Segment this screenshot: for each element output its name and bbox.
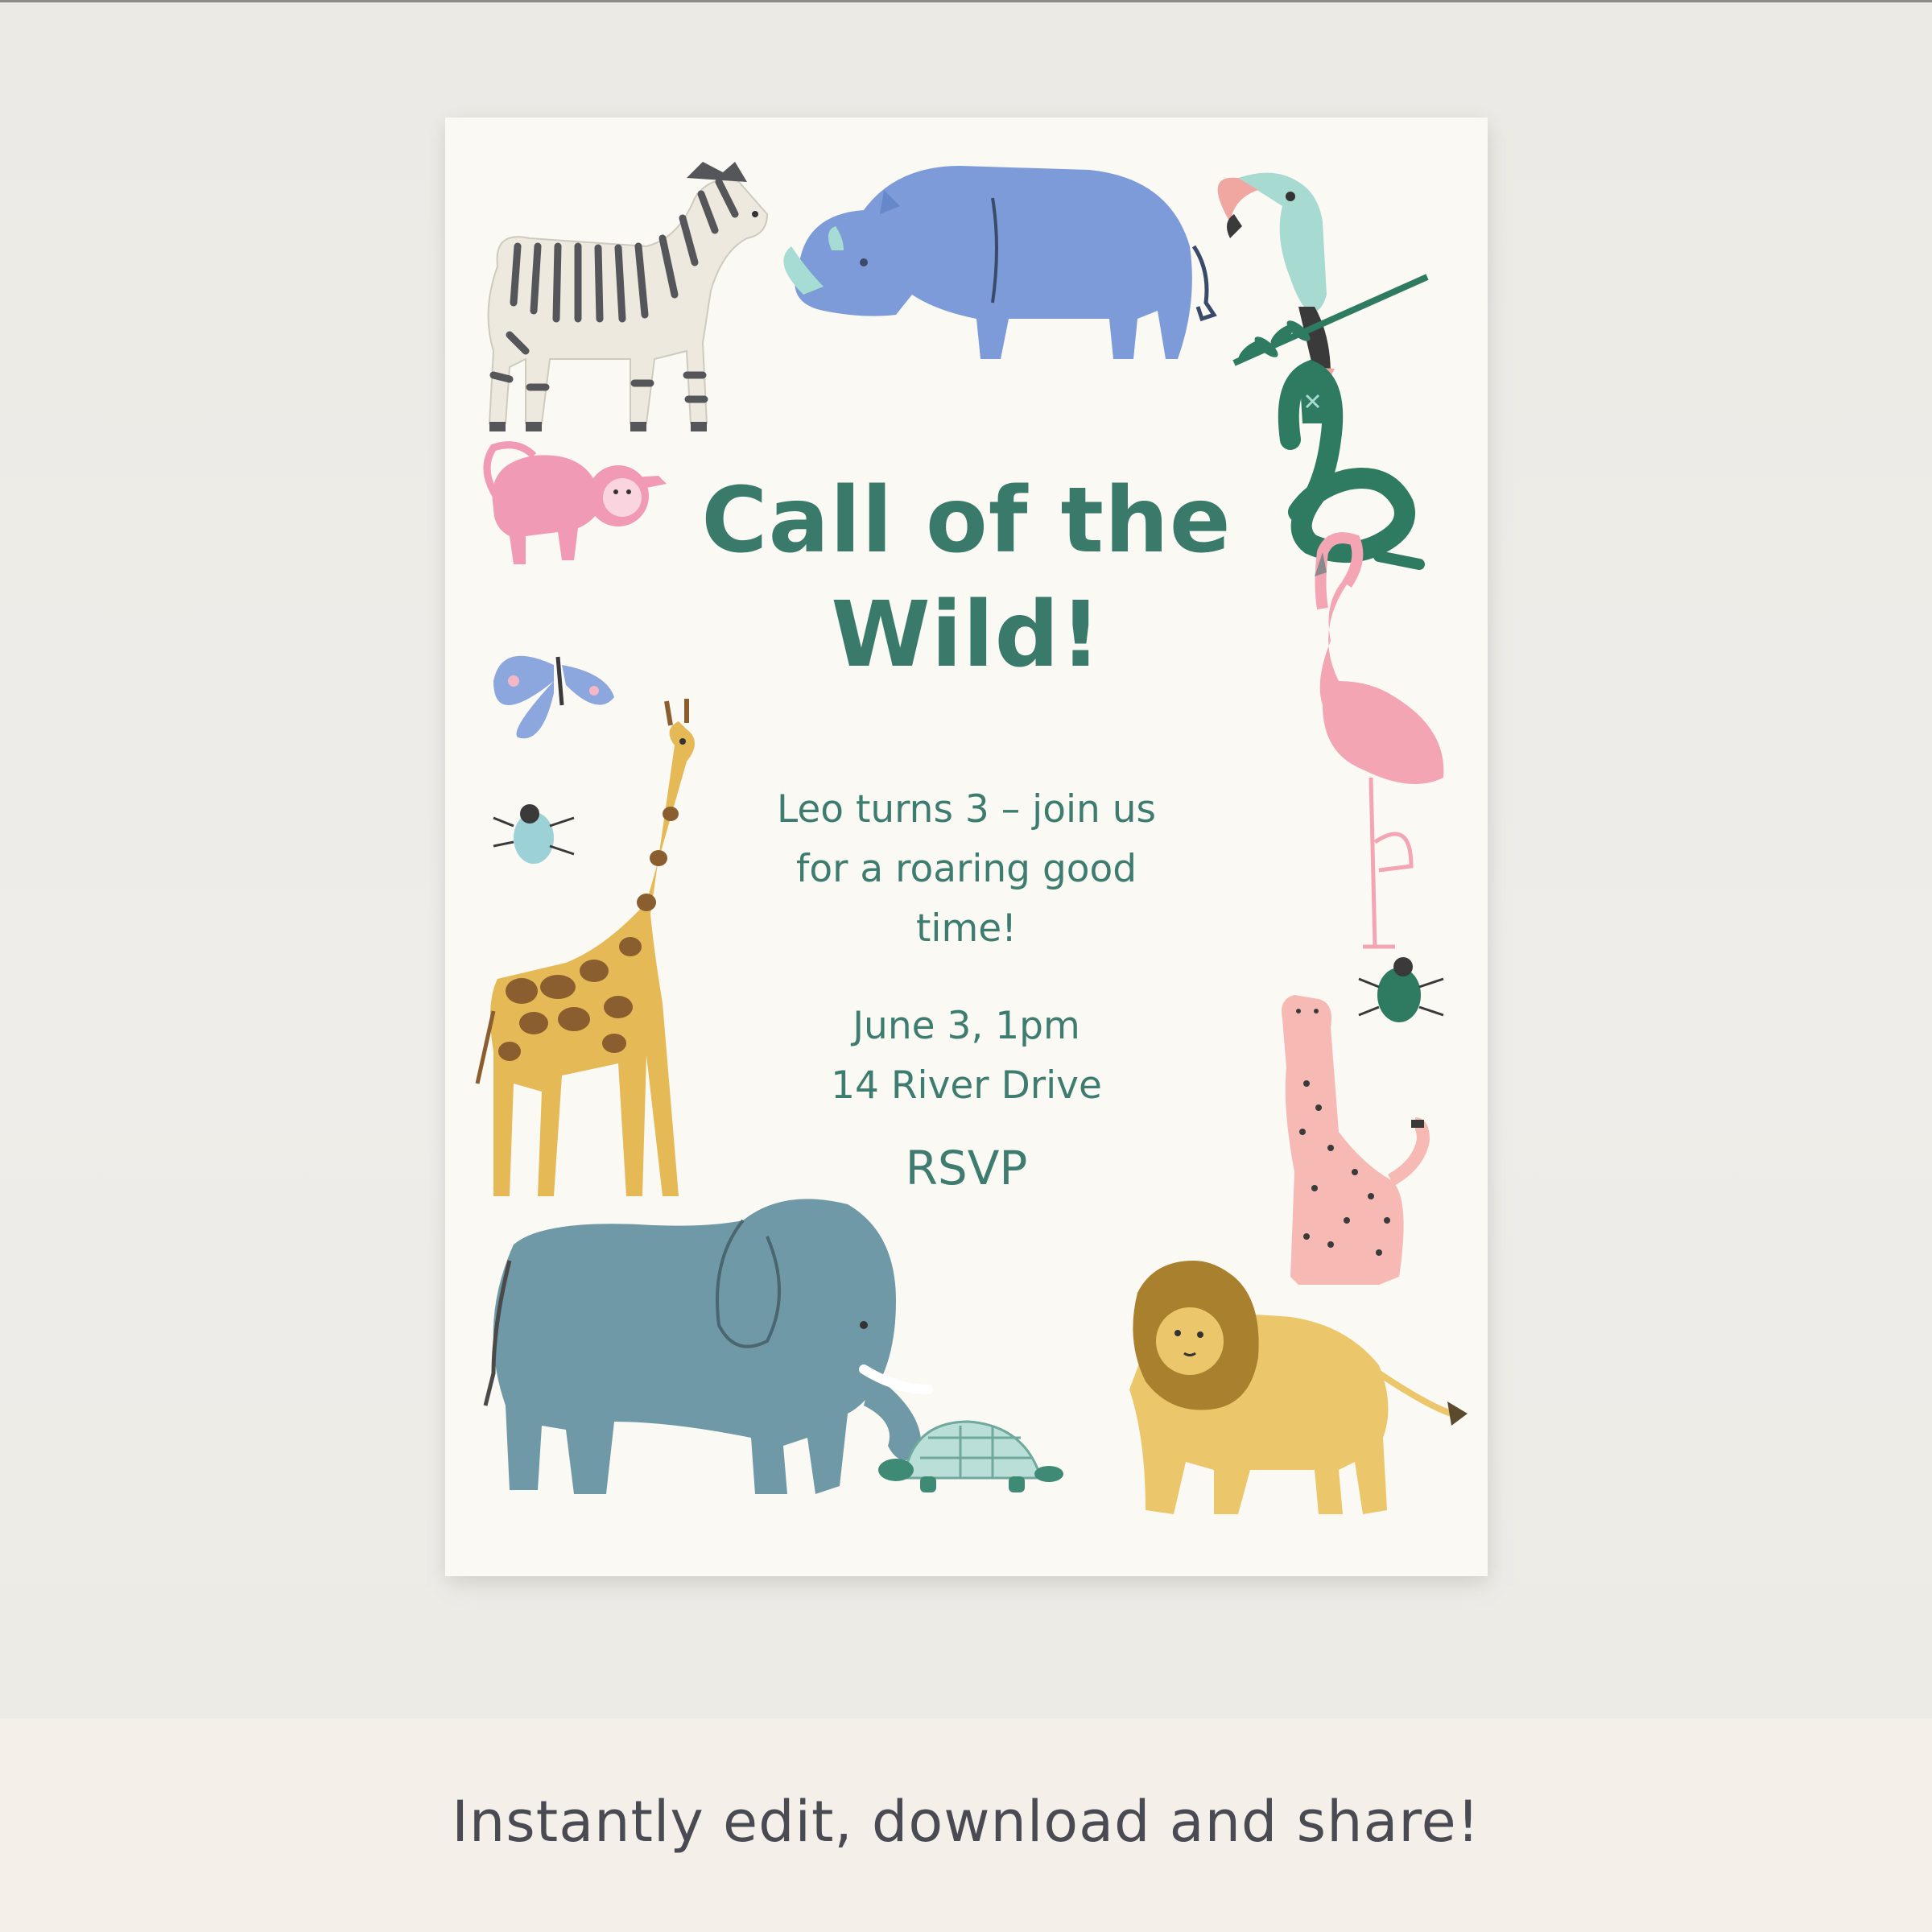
rsvp-label[interactable]: RSVP (445, 1136, 1488, 1200)
invitation-title: Call of the Wild! (445, 464, 1488, 692)
event-details: June 3, 1pm 14 River Drive (445, 997, 1488, 1116)
lion-icon (1129, 1261, 1468, 1514)
title-line-2: Wild! (831, 583, 1102, 687)
rhino-icon (783, 166, 1217, 359)
zebra-icon (487, 162, 769, 431)
footer-tagline: Instantly edit, download and share! (452, 1789, 1480, 1855)
invitation-message: Leo turns 3 – join us for a roaring good… (445, 780, 1488, 959)
event-date: June 3, 1pm (852, 1004, 1080, 1048)
top-edge-line (0, 0, 1932, 2)
event-address: 14 River Drive (831, 1063, 1102, 1108)
message-line-2: for a roaring good (795, 847, 1137, 891)
invitation-card[interactable]: Call of the Wild! Leo turns 3 – join us … (445, 118, 1488, 1576)
toucan-icon (1217, 172, 1429, 391)
elephant-icon (483, 1199, 933, 1494)
message-line-3: time! (915, 906, 1018, 951)
message-line-1: Leo turns 3 – join us (776, 787, 1157, 832)
title-line-1: Call of the (701, 469, 1232, 573)
